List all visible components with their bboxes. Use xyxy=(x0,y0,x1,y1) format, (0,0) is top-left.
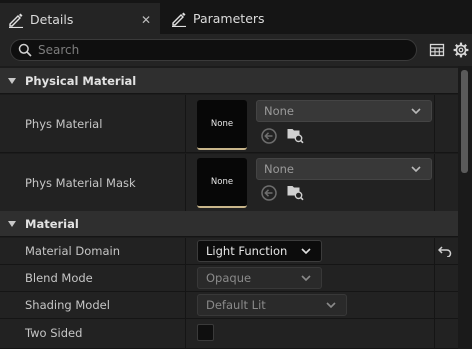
tab-bar: Details ✕ Parameters xyxy=(0,0,472,34)
asset-picker-value: None xyxy=(264,104,295,118)
reset-column xyxy=(434,292,435,318)
close-icon[interactable]: ✕ xyxy=(141,13,151,27)
scrollbar-thumb[interactable] xyxy=(461,70,468,173)
column-divider xyxy=(185,292,186,318)
column-divider xyxy=(185,238,186,264)
chevron-down-icon xyxy=(411,166,421,173)
reset-column xyxy=(434,319,435,348)
dropdown-value: Light Function xyxy=(206,244,288,258)
reset-column xyxy=(434,265,435,291)
tab-parameters-label: Parameters xyxy=(193,11,265,26)
property-row-material-domain: Material Domain Light Function xyxy=(0,238,458,265)
search-icon xyxy=(18,43,32,57)
category-physical-material[interactable]: Physical Material xyxy=(0,68,458,94)
chevron-down-icon xyxy=(301,275,311,282)
property-label: Phys Material xyxy=(25,117,103,131)
pencil-icon xyxy=(9,13,23,28)
browse-asset-icon[interactable] xyxy=(286,126,304,144)
column-divider xyxy=(185,265,186,291)
reset-column xyxy=(434,238,435,264)
browse-asset-icon[interactable] xyxy=(286,183,304,201)
chevron-down-icon xyxy=(326,302,336,309)
column-divider xyxy=(185,319,186,348)
two-sided-checkbox[interactable] xyxy=(197,324,214,341)
pencil-icon xyxy=(172,12,186,27)
tab-parameters[interactable]: Parameters xyxy=(163,3,303,34)
search-input[interactable] xyxy=(38,43,398,57)
property-label: Shading Model xyxy=(25,298,110,312)
property-row-shading-model: Shading Model Default Lit xyxy=(0,292,458,319)
property-label: Blend Mode xyxy=(25,271,93,285)
expand-arrow-icon[interactable] xyxy=(8,77,16,84)
column-divider xyxy=(185,95,186,152)
property-label: Phys Material Mask xyxy=(25,176,136,190)
chevron-down-icon xyxy=(411,108,421,115)
blend-mode-dropdown[interactable]: Opaque xyxy=(197,267,322,289)
expand-arrow-icon[interactable] xyxy=(8,220,16,227)
property-row-phys-material: Phys Material None None xyxy=(0,95,458,153)
tab-details-label: Details xyxy=(30,12,74,27)
reset-to-default-icon[interactable] xyxy=(438,245,452,257)
shading-model-dropdown[interactable]: Default Lit xyxy=(197,294,347,316)
chevron-down-icon xyxy=(301,248,311,255)
column-divider xyxy=(185,154,186,211)
dropdown-value: Opaque xyxy=(206,271,252,285)
property-row-two-sided: Two Sided xyxy=(0,319,458,349)
tab-details[interactable]: Details ✕ xyxy=(0,3,160,34)
table-view-icon[interactable] xyxy=(429,42,445,58)
asset-picker-combo[interactable]: None xyxy=(256,158,432,180)
gear-icon[interactable] xyxy=(453,42,469,58)
category-label: Physical Material xyxy=(25,73,137,88)
details-toolbar xyxy=(0,34,472,66)
use-selected-asset-icon[interactable] xyxy=(260,127,278,145)
property-row-phys-material-mask: Phys Material Mask None None xyxy=(0,154,458,212)
search-box[interactable] xyxy=(10,39,417,61)
category-label: Material xyxy=(25,216,79,231)
category-material[interactable]: Material xyxy=(0,211,458,237)
use-selected-asset-icon[interactable] xyxy=(260,184,278,202)
asset-thumbnail[interactable]: None xyxy=(197,158,247,208)
asset-picker-combo[interactable]: None xyxy=(256,100,432,122)
reset-column xyxy=(434,154,435,211)
property-label: Two Sided xyxy=(25,326,83,340)
property-row-blend-mode: Blend Mode Opaque xyxy=(0,265,458,292)
dropdown-value: Default Lit xyxy=(206,298,266,312)
asset-thumbnail[interactable]: None xyxy=(197,100,247,150)
material-domain-dropdown[interactable]: Light Function xyxy=(197,240,322,262)
reset-column xyxy=(434,95,435,152)
property-label: Material Domain xyxy=(25,244,120,258)
asset-picker-value: None xyxy=(264,162,295,176)
